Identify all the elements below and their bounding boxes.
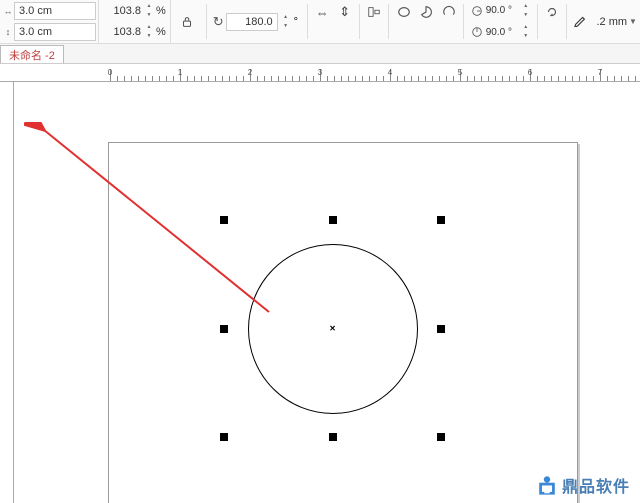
end-angle-icon — [470, 25, 484, 39]
object-height-input[interactable] — [14, 23, 96, 41]
outline-pen-icon — [573, 13, 587, 30]
canvas-workspace[interactable]: × — [0, 82, 640, 503]
handle-bottom-right[interactable] — [437, 433, 445, 441]
object-width-input[interactable] — [14, 2, 96, 20]
mirror-horizontal-button[interactable]: ⇔ — [311, 0, 333, 24]
align-options-button[interactable] — [363, 0, 385, 24]
document-tab[interactable]: 未命名 -2 — [0, 45, 64, 63]
ellipse-tool-button[interactable] — [392, 0, 414, 24]
rotate-icon: ↻ — [213, 14, 224, 30]
end-angle-spinner[interactable]: ▲▼ — [521, 23, 531, 41]
start-angle-icon — [470, 4, 484, 18]
start-angle-spinner[interactable]: ▲▼ — [521, 2, 531, 20]
watermark-text: 鼎品软件 — [562, 473, 630, 497]
handle-top-right[interactable] — [437, 216, 445, 224]
scale-y-spinner[interactable]: ▲▼ — [144, 23, 154, 41]
scale-x-spinner[interactable]: ▲▼ — [144, 2, 154, 20]
end-angle-value[interactable]: 90.0 ° — [484, 27, 520, 38]
scale-x-input[interactable] — [105, 2, 143, 20]
start-angle-value[interactable]: 90.0 ° — [484, 5, 520, 16]
outline-width-input[interactable] — [587, 13, 627, 31]
document-tab-strip: 未命名 -2 — [0, 44, 640, 64]
handle-top-center[interactable] — [329, 216, 337, 224]
arc-tool-button[interactable] — [437, 0, 459, 24]
handle-middle-left[interactable] — [220, 325, 228, 333]
rotation-spinner[interactable]: ▲▼ — [281, 13, 291, 31]
width-icon: ↔ — [2, 6, 14, 16]
height-icon: ↕ — [2, 27, 14, 37]
handle-bottom-center[interactable] — [329, 433, 337, 441]
selection-bounds[interactable]: × — [220, 216, 445, 441]
property-toolbar: ↔ ↕ ▲▼ % ▲▼ % ↻ ▲▼ ° ⇔ ⇕ — [0, 0, 640, 44]
handle-bottom-left[interactable] — [220, 433, 228, 441]
lock-ratio-button[interactable] — [175, 10, 199, 34]
horizontal-ruler[interactable]: 01234567 — [0, 64, 640, 82]
watermark-logo-icon — [536, 474, 558, 496]
watermark: 鼎品软件 — [536, 473, 630, 497]
scale-y-input[interactable] — [105, 23, 143, 41]
rotation-input[interactable] — [226, 13, 278, 31]
degree-label: ° — [291, 16, 301, 28]
center-marker: × — [330, 323, 336, 334]
vertical-ruler[interactable] — [0, 82, 14, 503]
percent-label: % — [154, 26, 168, 38]
percent-label: % — [154, 5, 168, 17]
handle-top-left[interactable] — [220, 216, 228, 224]
mirror-vertical-button[interactable]: ⇕ — [333, 0, 355, 24]
handle-middle-right[interactable] — [437, 325, 445, 333]
pie-tool-button[interactable] — [415, 0, 437, 24]
direction-button[interactable] — [541, 0, 563, 24]
